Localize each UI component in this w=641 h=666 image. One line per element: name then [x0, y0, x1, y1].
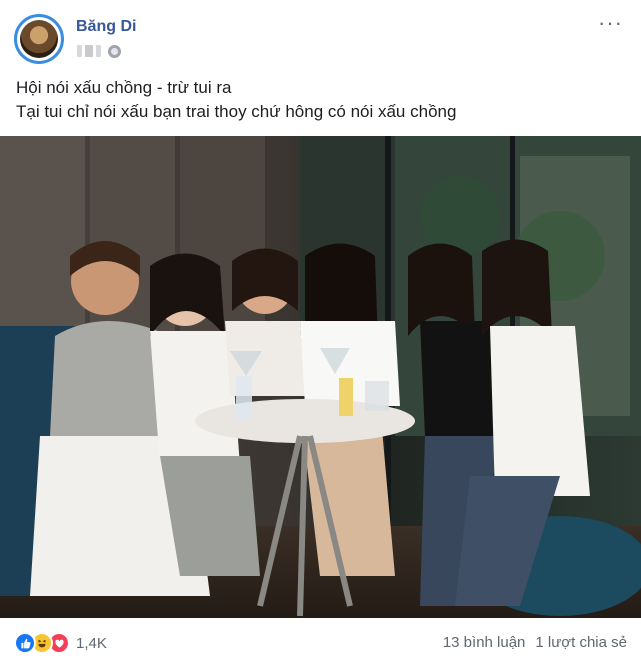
shares-link[interactable]: 1 lượt chia sẻ [535, 634, 627, 651]
reactions-summary[interactable]: 1,4K [14, 632, 107, 654]
avatar-image [20, 20, 58, 58]
comments-link[interactable]: 13 bình luận [443, 634, 526, 651]
blurred-timestamp [77, 45, 82, 57]
caption-line: Tại tui chỉ nói xấu bạn trai thoy chứ hô… [16, 102, 457, 121]
more-options-button[interactable]: ··· [598, 12, 622, 36]
like-icon [14, 632, 36, 654]
blurred-timestamp [96, 45, 101, 57]
post-photo[interactable] [0, 136, 641, 618]
post-header: Băng Di ··· [14, 12, 624, 66]
author-name[interactable]: Băng Di [76, 18, 136, 36]
avatar[interactable] [14, 14, 64, 64]
blurred-timestamp [85, 45, 93, 57]
post-caption: Hội nói xấu chồng - trừ tui ra Tại tui c… [16, 76, 626, 124]
reaction-count: 1,4K [76, 634, 107, 652]
post-meta [77, 44, 121, 58]
privacy-icon[interactable] [108, 44, 121, 58]
person [225, 248, 305, 396]
caption-line: Hội nói xấu chồng - trừ tui ra [16, 78, 232, 97]
group-photo [0, 136, 641, 618]
post-footer: 1,4K 13 bình luận 1 lượt chia sẻ [0, 620, 641, 666]
facebook-post: Băng Di ··· Hội nói xấu chồng - trừ tui … [0, 0, 641, 666]
post-stats: 13 bình luận 1 lượt chia sẻ [443, 634, 627, 651]
